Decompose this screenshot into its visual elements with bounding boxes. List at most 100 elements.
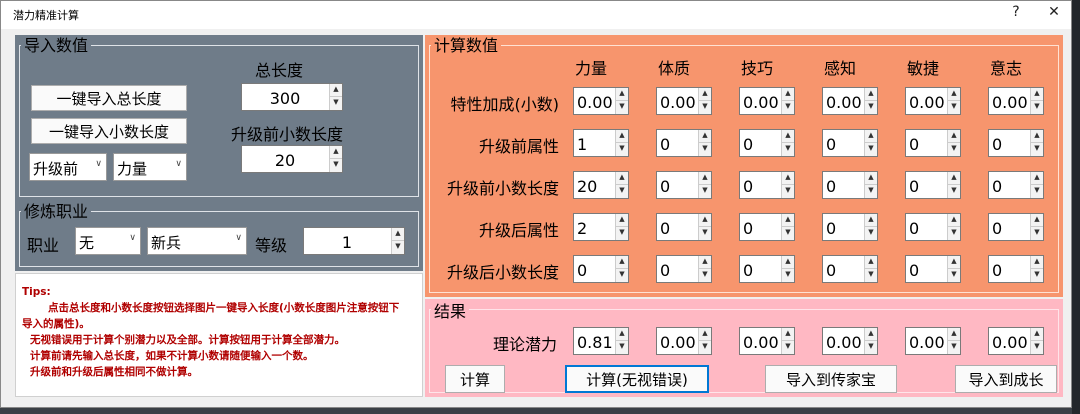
post-upgrade-decimal-input-1[interactable]: 0 ▲ ▼ (656, 255, 712, 283)
theoretical-potential-output-3[interactable]: 0.00 ▲ ▼ (822, 327, 878, 355)
row-label-pre-upgrade-attr: 升级前属性 (478, 137, 559, 156)
theoretical-potential-output-5[interactable]: 0.00 ▲ ▼ (988, 327, 1044, 355)
spinner-buttons[interactable]: ▲ ▼ (1030, 328, 1043, 354)
spinner-buttons[interactable]: ▲ ▼ (947, 256, 960, 282)
pre-upgrade-decimal-input-5[interactable]: 0 ▲ ▼ (988, 171, 1044, 199)
pre-upgrade-decimal-input-0[interactable]: 20 ▲ ▼ (573, 171, 629, 199)
spinner-buttons[interactable]: ▲ ▼ (1030, 172, 1043, 198)
pre-upgrade-attr-input-5[interactable]: 0 ▲ ▼ (988, 129, 1044, 157)
tips-title: Tips: (22, 286, 51, 298)
spinner-buttons[interactable]: ▲ ▼ (864, 214, 877, 240)
calculate-button[interactable]: 计算 (445, 365, 505, 393)
spinner-buttons[interactable]: ▲ ▼ (615, 130, 628, 156)
post-upgrade-attr-input-4[interactable]: 0 ▲ ▼ (905, 213, 961, 241)
spinner-buttons[interactable]: ▲ ▼ (781, 172, 794, 198)
spinner-buttons[interactable]: ▲ ▼ (698, 328, 711, 354)
spinner-buttons[interactable]: ▲ ▼ (698, 130, 711, 156)
trait-bonus-input-1[interactable]: 0.00 ▲ ▼ (656, 87, 712, 115)
trait-bonus-input-5[interactable]: 0.00 ▲ ▼ (988, 87, 1044, 115)
profession-select[interactable]: 无 ∨ (75, 227, 141, 255)
post-upgrade-decimal-input-2[interactable]: 0 ▲ ▼ (739, 255, 795, 283)
post-upgrade-decimal-input-0[interactable]: 0 ▲ ▼ (573, 255, 629, 283)
spinner-buttons[interactable]: ▲ ▼ (947, 130, 960, 156)
spinner-buttons[interactable]: ▲ ▼ (1030, 256, 1043, 282)
spinner-buttons[interactable]: ▲ ▼ (1030, 88, 1043, 114)
trait-bonus-input-0[interactable]: 0.00 ▲ ▼ (573, 87, 629, 115)
rank-select[interactable]: 新兵 ∨ (147, 227, 247, 255)
theoretical-potential-label: 理论潜力 (493, 335, 558, 354)
pre-upgrade-decimal-input-4[interactable]: 0 ▲ ▼ (905, 171, 961, 199)
pre-upgrade-attr-input-2[interactable]: 0 ▲ ▼ (739, 129, 795, 157)
spinner-buttons[interactable]: ▲ ▼ (781, 88, 794, 114)
theoretical-potential-output-1[interactable]: 0.00 ▲ ▼ (656, 327, 712, 355)
post-upgrade-attr-input-2[interactable]: 0 ▲ ▼ (739, 213, 795, 241)
export-to-growth-button[interactable]: 导入到成长 (955, 365, 1057, 393)
spinner-buttons[interactable]: ▲ ▼ (781, 214, 794, 240)
spinner-buttons[interactable]: ▲ ▼ (1030, 214, 1043, 240)
post-upgrade-attr-input-1[interactable]: 0 ▲ ▼ (656, 213, 712, 241)
tips-line: 无视错误用于计算个别潜力以及全部。计算按钮用于计算全部潜力。 (30, 334, 345, 346)
chevron-down-icon: ∨ (235, 233, 242, 243)
post-upgrade-attr-input-0[interactable]: 2 ▲ ▼ (573, 213, 629, 241)
pre-upgrade-decimal-input-2[interactable]: 0 ▲ ▼ (739, 171, 795, 199)
spinner-buttons[interactable]: ▲ ▼ (615, 328, 628, 354)
calculate-ignore-errors-button[interactable]: 计算(无视错误) (565, 365, 709, 393)
stage-select[interactable]: 升级前 ∨ (29, 153, 107, 181)
import-decimal-length-button[interactable]: 一键导入小数长度 (31, 118, 187, 144)
spinner-buttons[interactable]: ▲ ▼ (781, 256, 794, 282)
row-label-trait-bonus: 特性加成(小数) (450, 95, 560, 114)
spinner-buttons[interactable]: ▲ ▼ (864, 256, 877, 282)
pre-upgrade-attr-input-1[interactable]: 0 ▲ ▼ (656, 129, 712, 157)
spinner-buttons[interactable]: ▲ ▼ (615, 172, 628, 198)
attribute-select[interactable]: 力量 ∨ (113, 153, 187, 181)
theoretical-potential-output-4[interactable]: 0.00 ▲ ▼ (905, 327, 961, 355)
pre-upgrade-decimal-input-1[interactable]: 0 ▲ ▼ (656, 171, 712, 199)
spinner-buttons[interactable]: ▲ ▼ (698, 172, 711, 198)
calc-group-label: 计算数值 (431, 37, 502, 55)
spinner-buttons[interactable]: ▲ ▼ (698, 256, 711, 282)
post-upgrade-decimal-input-5[interactable]: 0 ▲ ▼ (988, 255, 1044, 283)
spinner-buttons[interactable]: ▲ ▼ (947, 214, 960, 240)
help-button[interactable]: ? (1001, 4, 1031, 20)
spinner-buttons[interactable]: ▲ ▼ (864, 88, 877, 114)
post-upgrade-decimal-input-4[interactable]: 0 ▲ ▼ (905, 255, 961, 283)
pre-decimal-length-spinner[interactable]: ▲ ▼ (329, 146, 342, 172)
spinner-buttons[interactable]: ▲ ▼ (864, 328, 877, 354)
spinner-buttons[interactable]: ▲ ▼ (781, 328, 794, 354)
spinner-buttons[interactable]: ▲ ▼ (947, 172, 960, 198)
spinner-buttons[interactable]: ▲ ▼ (615, 214, 628, 240)
spinner-buttons[interactable]: ▲ ▼ (615, 88, 628, 114)
total-length-input[interactable]: 300 ▲ ▼ (241, 83, 343, 111)
pre-upgrade-decimal-input-3[interactable]: 0 ▲ ▼ (822, 171, 878, 199)
post-upgrade-attr-input-3[interactable]: 0 ▲ ▼ (822, 213, 878, 241)
chevron-down-icon: ∨ (175, 159, 182, 169)
trait-bonus-input-3[interactable]: 0.00 ▲ ▼ (822, 87, 878, 115)
spinner-buttons[interactable]: ▲ ▼ (947, 328, 960, 354)
total-length-spinner[interactable]: ▲ ▼ (329, 84, 342, 110)
level-spinner[interactable]: ▲ ▼ (391, 228, 404, 254)
spinner-buttons[interactable]: ▲ ▼ (1030, 130, 1043, 156)
chevron-down-icon: ∨ (95, 159, 102, 169)
spinner-buttons[interactable]: ▲ ▼ (698, 88, 711, 114)
pre-decimal-length-input[interactable]: 20 ▲ ▼ (241, 145, 343, 173)
import-total-length-button[interactable]: 一键导入总长度 (31, 85, 187, 111)
spinner-buttons[interactable]: ▲ ▼ (781, 130, 794, 156)
level-input[interactable]: 1 ▲ ▼ (303, 227, 405, 255)
spinner-buttons[interactable]: ▲ ▼ (864, 130, 877, 156)
spinner-buttons[interactable]: ▲ ▼ (864, 172, 877, 198)
theoretical-potential-output-0[interactable]: 0.81 ▲ ▼ (573, 327, 629, 355)
pre-upgrade-attr-input-4[interactable]: 0 ▲ ▼ (905, 129, 961, 157)
trait-bonus-input-2[interactable]: 0.00 ▲ ▼ (739, 87, 795, 115)
export-to-heirloom-button[interactable]: 导入到传家宝 (765, 365, 897, 393)
post-upgrade-attr-input-5[interactable]: 0 ▲ ▼ (988, 213, 1044, 241)
spinner-buttons[interactable]: ▲ ▼ (947, 88, 960, 114)
pre-upgrade-attr-input-0[interactable]: 1 ▲ ▼ (573, 129, 629, 157)
theoretical-potential-output-2[interactable]: 0.00 ▲ ▼ (739, 327, 795, 355)
post-upgrade-decimal-input-3[interactable]: 0 ▲ ▼ (822, 255, 878, 283)
spinner-buttons[interactable]: ▲ ▼ (698, 214, 711, 240)
trait-bonus-input-4[interactable]: 0.00 ▲ ▼ (905, 87, 961, 115)
pre-upgrade-attr-input-3[interactable]: 0 ▲ ▼ (822, 129, 878, 157)
import-panel: 导入数值 一键导入总长度 一键导入小数长度 总长度 300 ▲ ▼ 升级前小数长度… (15, 35, 423, 201)
spinner-buttons[interactable]: ▲ ▼ (615, 256, 628, 282)
close-button[interactable]: ✕ (1039, 4, 1069, 20)
